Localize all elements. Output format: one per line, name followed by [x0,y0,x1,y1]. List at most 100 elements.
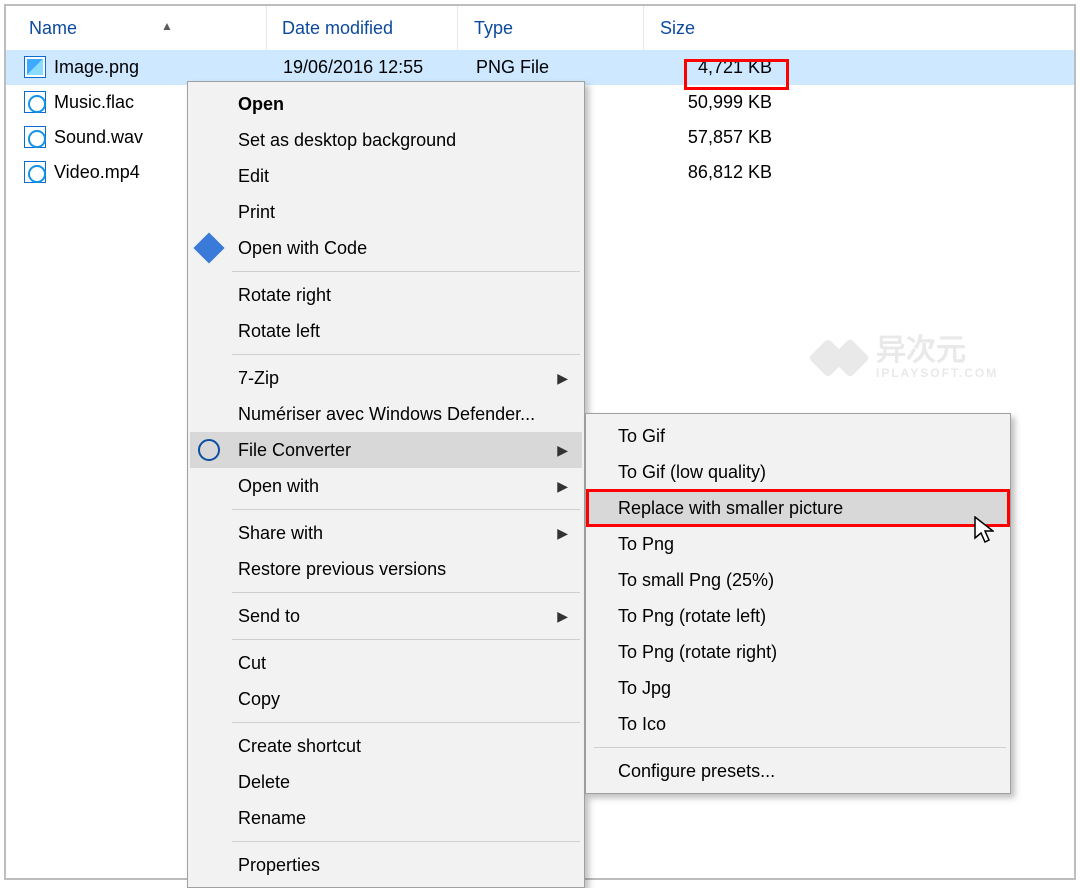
menu-item[interactable]: Edit [190,158,582,194]
submenu-file-converter[interactable]: To Gif To Gif (low quality) Replace with s… [585,413,1011,794]
submenu-arrow-icon: ▶ [557,468,568,504]
menu-item[interactable]: Open with ▶ [190,468,582,504]
file-converter-icon [198,439,220,461]
menu-item-label: Open with [238,476,319,496]
menu-item[interactable]: Set as desktop background [190,122,582,158]
file-size: 4,721 KB [654,50,772,85]
menu-item-label: Create shortcut [238,736,361,756]
submenu-item-label: To Png [618,534,674,554]
menu-item[interactable]: Rename [190,800,582,836]
watermark-text: 异次元 [876,336,998,366]
submenu-item[interactable]: To Png [588,526,1008,562]
file-icon [24,120,50,155]
file-icon [24,155,50,190]
watermark-logo-icon [812,330,868,386]
menu-item-label: Delete [238,772,290,792]
menu-item[interactable]: Properties [190,847,582,883]
submenu-item-label: To Ico [618,714,666,734]
submenu-item[interactable]: To small Png (25%) [588,562,1008,598]
menu-item-label: Properties [238,855,320,875]
column-header-type[interactable]: Type [468,6,644,50]
menu-separator [232,722,580,723]
submenu-item[interactable]: Configure presets... [588,753,1008,789]
menu-item[interactable]: Send to ▶ [190,598,582,634]
vscode-icon [193,232,224,263]
menu-item-label: Cut [238,653,266,673]
watermark: 异次元 IPLAYSOFT.COM [812,330,1072,386]
sort-indicator-icon: ▲ [161,4,173,48]
explorer-window: Name ▲ Date modified Type Size Image.png… [4,4,1076,880]
menu-item[interactable]: Rotate right [190,277,582,313]
menu-item[interactable]: 7-Zip▶ [190,360,582,396]
submenu-item-label: To Gif (low quality) [618,462,766,482]
submenu-item[interactable]: To Png (rotate left) [588,598,1008,634]
menu-item-label: Rotate right [238,285,331,305]
menu-item[interactable]: Share with ▶ [190,515,582,551]
menu-item-label: Rename [238,808,306,828]
menu-item[interactable]: Numériser avec Windows Defender... [190,396,582,432]
context-menu[interactable]: Open Set as desktop background Edit Print Op… [187,81,585,888]
file-size: 50,999 KB [654,85,772,120]
menu-item-label: Rotate left [238,321,320,341]
watermark-subtext: IPLAYSOFT.COM [876,366,998,380]
column-header-label: Date modified [282,18,393,38]
menu-item-label: Restore previous versions [238,559,446,579]
submenu-item-label: To Png (rotate right) [618,642,777,662]
submenu-item-label: To Jpg [618,678,671,698]
file-type: PNG File [476,50,652,85]
file-icon [24,85,50,120]
menu-item-label: File Converter [238,440,351,460]
submenu-item[interactable]: To Gif [588,418,1008,454]
column-header-label: Size [660,18,695,38]
menu-item[interactable]: Print [190,194,582,230]
column-header-label: Name [29,18,77,38]
menu-item-label: Copy [238,689,280,709]
submenu-item-label: To small Png (25%) [618,570,774,590]
menu-separator [232,639,580,640]
menu-item-label: Open with Code [238,238,367,258]
submenu-item[interactable]: To Jpg [588,670,1008,706]
submenu-item-label: To Gif [618,426,665,446]
file-icon [24,50,50,85]
menu-separator [232,592,580,593]
submenu-arrow-icon: ▶ [557,432,568,468]
submenu-arrow-icon: ▶ [557,515,568,551]
menu-separator [232,841,580,842]
column-header-name[interactable]: Name ▲ [23,6,267,50]
menu-item[interactable]: Open [190,86,582,122]
menu-item[interactable]: Restore previous versions [190,551,582,587]
menu-item[interactable]: Create shortcut [190,728,582,764]
table-row[interactable]: Image.png 19/06/2016 12:55 PNG File4,721 K… [6,50,1074,85]
submenu-item-label: Replace with smaller picture [618,498,843,518]
menu-item-label: Open [238,94,284,114]
submenu-item-label: Configure presets... [618,761,775,781]
menu-item-label: Numériser avec Windows Defender... [238,404,535,424]
menu-item[interactable]: Open with Code [190,230,582,266]
menu-separator [594,747,1006,748]
submenu-item[interactable]: To Ico [588,706,1008,742]
menu-separator [232,354,580,355]
column-header-size[interactable]: Size [654,6,824,50]
menu-item-label: Set as desktop background [238,130,456,150]
menu-item[interactable]: File Converter ▶ [190,432,582,468]
submenu-item-label: To Png (rotate left) [618,606,766,626]
menu-separator [232,509,580,510]
column-headers: Name ▲ Date modified Type Size [6,6,1074,50]
file-date: 19/06/2016 12:55 [283,50,465,85]
menu-item-label: Print [238,202,275,222]
submenu-item[interactable]: Replace with smaller picture [588,490,1008,526]
menu-item-label: Share with [238,523,323,543]
column-header-date[interactable]: Date modified [276,6,458,50]
menu-item[interactable]: Delete [190,764,582,800]
file-size: 57,857 KB [654,120,772,155]
column-header-label: Type [474,18,513,38]
submenu-arrow-icon: ▶ [557,598,568,634]
menu-item[interactable]: Rotate left [190,313,582,349]
menu-item-label: Send to [238,606,300,626]
menu-item[interactable]: Cut [190,645,582,681]
file-name: Image.png [54,50,267,85]
submenu-item[interactable]: To Gif (low quality) [588,454,1008,490]
menu-item[interactable]: Copy [190,681,582,717]
submenu-arrow-icon: ▶ [557,360,568,396]
submenu-item[interactable]: To Png (rotate right) [588,634,1008,670]
